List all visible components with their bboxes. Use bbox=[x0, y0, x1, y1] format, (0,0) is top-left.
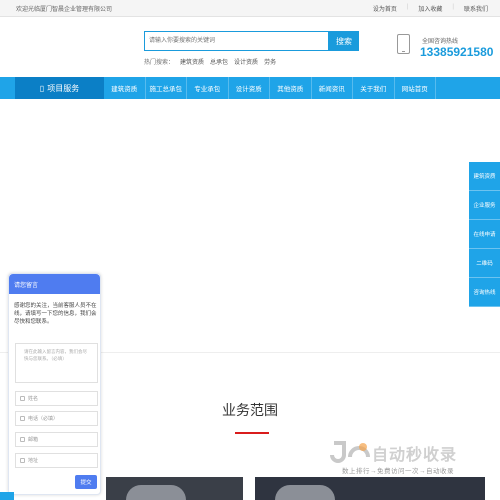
nav-project-services[interactable]: ▯ 项目服务 bbox=[15, 77, 104, 99]
add-favorite-link[interactable]: 加入收藏 bbox=[418, 4, 442, 13]
nav-items: 建筑资质 施工总承包 专业承包 设计资质 其他资质 新闻资讯 关于我们 网站首页 bbox=[104, 77, 436, 99]
hotline-number: 13385921580 bbox=[420, 45, 494, 59]
nav-item-about-us[interactable]: 关于我们 bbox=[353, 77, 395, 99]
nav-item-home[interactable]: 网站首页 bbox=[395, 77, 436, 99]
search-input[interactable] bbox=[145, 32, 328, 50]
address-field[interactable]: 地址 bbox=[15, 453, 98, 468]
nav-label: 项目服务 bbox=[47, 83, 80, 93]
watermark-slogan: 数上排行→免费访问一次→自动收录 bbox=[342, 468, 454, 475]
top-bar: 欢迎光临厦门智晨企业管理有限公司 设为首页 | 加入收藏 | 联系我们 bbox=[0, 0, 500, 17]
hot-search-item[interactable]: 建筑资质 bbox=[180, 57, 204, 66]
floating-sidebar: 建筑资质 企业服务 在线申请 二维码 咨询热线 bbox=[469, 162, 500, 307]
nav-item-design-qualification[interactable]: 设计资质 bbox=[229, 77, 270, 99]
mail-icon bbox=[20, 437, 25, 442]
phone-field[interactable]: 电话（必填） bbox=[15, 411, 98, 426]
hot-search-item[interactable]: 总承包 bbox=[210, 57, 228, 66]
top-links: 设为首页 | 加入收藏 | 联系我们 bbox=[373, 4, 488, 13]
name-field[interactable]: 姓名 bbox=[15, 391, 98, 406]
email-field[interactable]: 邮箱 bbox=[15, 432, 98, 447]
sidebar-enterprise-services[interactable]: 企业服务 bbox=[469, 191, 500, 220]
hotline-label: 全国咨询热线 bbox=[422, 39, 459, 45]
nav-item-other-qualifications[interactable]: 其他资质 bbox=[270, 77, 312, 99]
address-placeholder: 地址 bbox=[28, 458, 39, 464]
contact-us-link[interactable]: 联系我们 bbox=[464, 4, 488, 13]
message-widget: 请您留言 感谢您的关注，当前客服人员不在线，请填写一下您的信息，我们会尽快和您联… bbox=[8, 273, 101, 495]
section-title-underline bbox=[235, 432, 269, 434]
hot-search-label: 热门搜索： bbox=[144, 60, 175, 66]
business-card-image[interactable] bbox=[106, 477, 243, 500]
sidebar-building-qualification[interactable]: 建筑资质 bbox=[469, 162, 500, 191]
search-box[interactable] bbox=[144, 31, 329, 51]
location-icon bbox=[20, 458, 25, 463]
phone-placeholder: 电话（必填） bbox=[28, 416, 59, 422]
email-placeholder: 邮箱 bbox=[28, 437, 39, 443]
nav-item-general-contracting[interactable]: 施工总承包 bbox=[146, 77, 187, 99]
name-placeholder: 姓名 bbox=[28, 396, 39, 402]
nav-item-news[interactable]: 新闻资讯 bbox=[312, 77, 353, 99]
set-homepage-link[interactable]: 设为首页 bbox=[373, 4, 397, 13]
watermark: 自动秒收录 数上排行→免费访问一次→自动收录 bbox=[330, 437, 480, 481]
phone-icon bbox=[397, 34, 410, 54]
search-button[interactable]: 搜索 bbox=[329, 31, 359, 51]
main-nav: ▯ 项目服务 建筑资质 施工总承包 专业承包 设计资质 其他资质 新闻资讯 关于… bbox=[0, 77, 500, 99]
nav-item-building-qualification[interactable]: 建筑资质 bbox=[104, 77, 146, 99]
submit-button[interactable]: 提交 bbox=[75, 475, 97, 489]
welcome-text: 欢迎光临厦门智晨企业管理有限公司 bbox=[16, 7, 113, 13]
menu-icon: ▯ bbox=[39, 83, 45, 93]
watermark-logo-icon bbox=[330, 441, 370, 463]
message-intro: 感谢您的关注，当前客服人员不在线，请填写一下您的信息，我们会尽快和您联系。 bbox=[14, 303, 97, 325]
hot-searches: 热门搜索： 建筑资质 总承包 设计资质 劳务 bbox=[144, 57, 276, 66]
divider: | bbox=[406, 4, 409, 10]
hot-search-item[interactable]: 劳务 bbox=[264, 57, 276, 66]
user-icon bbox=[20, 396, 25, 401]
nav-item-professional-contracting[interactable]: 专业承包 bbox=[187, 77, 229, 99]
watermark-brand: 自动秒收录 bbox=[372, 447, 458, 464]
sidebar-qrcode[interactable]: 二维码 bbox=[469, 249, 500, 278]
message-widget-title[interactable]: 请您留言 bbox=[9, 274, 100, 294]
sidebar-online-apply[interactable]: 在线申请 bbox=[469, 220, 500, 249]
message-textarea[interactable]: 请在此输入留言内容，我们会尽快与您联系。（必填） bbox=[15, 343, 98, 383]
hot-search-item[interactable]: 设计资质 bbox=[234, 57, 258, 66]
corner-tab[interactable] bbox=[0, 492, 14, 500]
phone-icon bbox=[20, 416, 25, 421]
sidebar-hotline[interactable]: 咨询热线 bbox=[469, 278, 500, 307]
divider: | bbox=[452, 4, 454, 10]
